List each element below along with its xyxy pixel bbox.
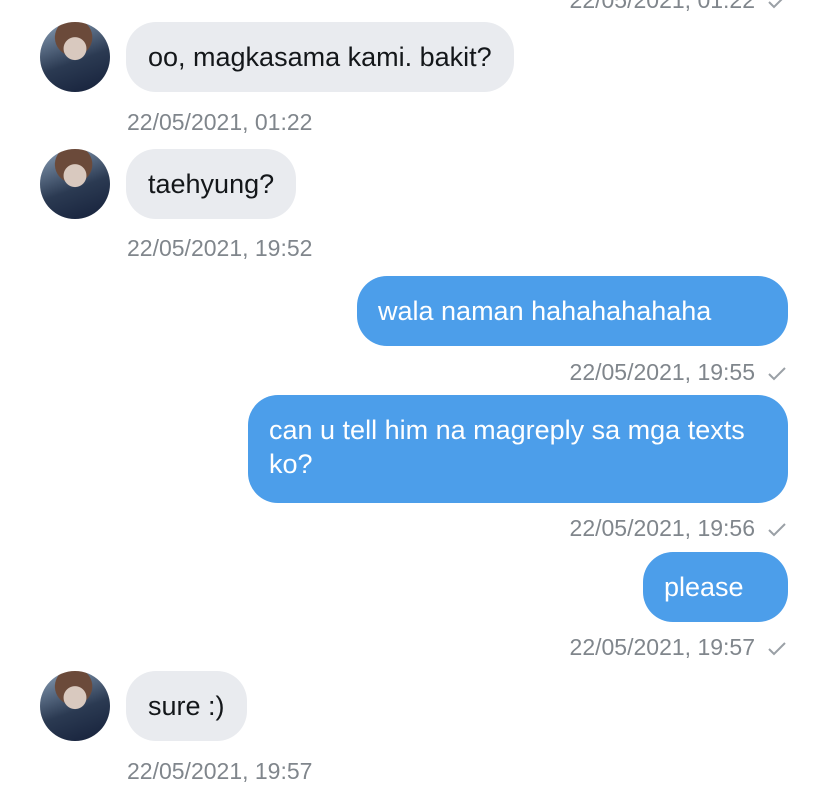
- message-timestamp: 22/05/2021, 19:55: [570, 358, 787, 386]
- contact-avatar[interactable]: [40, 149, 110, 219]
- timestamp-text: 22/05/2021, 19:56: [569, 515, 755, 541]
- checkmark-icon: [768, 523, 786, 537]
- checkmark-icon: [768, 0, 783, 9]
- timestamp-text: 22/05/2021, 01:22: [569, 0, 755, 13]
- message-timestamp: 22/05/2021, 19:57: [127, 758, 313, 784]
- contact-avatar[interactable]: [40, 22, 110, 92]
- incoming-message-bubble[interactable]: taehyung?: [126, 149, 297, 219]
- message-timestamp: 22/05/2021, 19:56: [570, 514, 787, 542]
- checkmark-icon: [768, 367, 786, 381]
- message-text: taehyung?: [148, 169, 275, 199]
- incoming-message-bubble[interactable]: sure :): [126, 671, 247, 741]
- outgoing-message-bubble[interactable]: please: [643, 552, 788, 622]
- timestamp-text: 22/05/2021, 19:57: [569, 634, 755, 660]
- message-text: oo, magkasama kami. bakit?: [148, 42, 492, 72]
- message-timestamp: 22/05/2021, 01:22: [127, 109, 313, 135]
- timestamp-text: 22/05/2021, 19:55: [569, 359, 755, 385]
- message-timestamp: 22/05/2021, 19:52: [127, 235, 313, 261]
- message-timestamp: 22/05/2021, 19:57: [570, 633, 787, 661]
- message-text: please: [664, 572, 744, 602]
- message-timestamp: 22/05/2021, 01:22: [570, 0, 787, 14]
- contact-avatar[interactable]: [40, 671, 110, 741]
- outgoing-message-bubble[interactable]: wala naman hahahahahaha: [357, 276, 788, 346]
- checkmark-icon: [768, 642, 786, 656]
- incoming-message-bubble[interactable]: oo, magkasama kami. bakit?: [126, 22, 514, 92]
- message-text: sure :): [148, 691, 225, 721]
- outgoing-message-bubble[interactable]: can u tell him na magreply sa mga texts …: [248, 395, 788, 503]
- message-text: can u tell him na magreply sa mga texts …: [269, 415, 745, 479]
- message-text: wala naman hahahahahaha: [378, 296, 712, 326]
